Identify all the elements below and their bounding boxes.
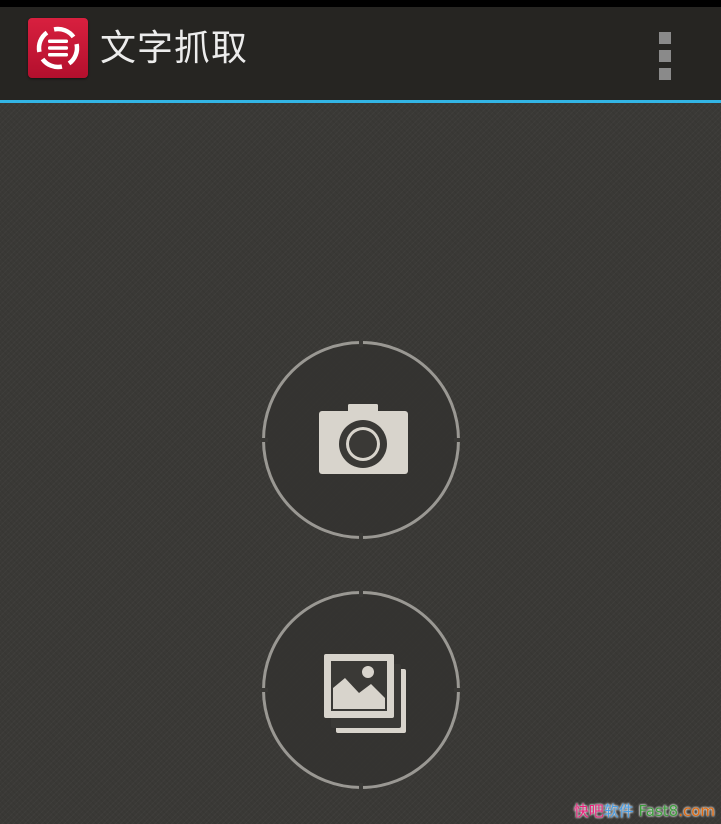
watermark-part: 软件 [603,802,634,820]
watermark-text: 快吧软件 Fast8.com [574,802,715,820]
watermark-part: .com [678,802,715,820]
gallery-button-ring [261,590,461,790]
watermark-part: 快吧 [573,802,604,820]
overflow-menu-icon [659,50,671,62]
gallery-import-button[interactable] [261,590,461,790]
app-logo-icon[interactable] [28,18,88,78]
overflow-menu-icon [659,68,671,80]
action-bar-divider [0,100,721,103]
app-title: 文字抓取 [100,28,249,69]
camera-capture-button[interactable] [261,340,461,540]
status-bar-strip [0,0,721,7]
camera-icon [319,404,408,474]
overflow-menu-button[interactable] [650,28,680,84]
camera-button-ring [261,340,461,540]
overflow-menu-icon [659,32,671,44]
watermark-part: Fast8 [633,802,679,820]
gallery-icon [324,654,406,733]
text-capture-app-icon [36,26,80,70]
